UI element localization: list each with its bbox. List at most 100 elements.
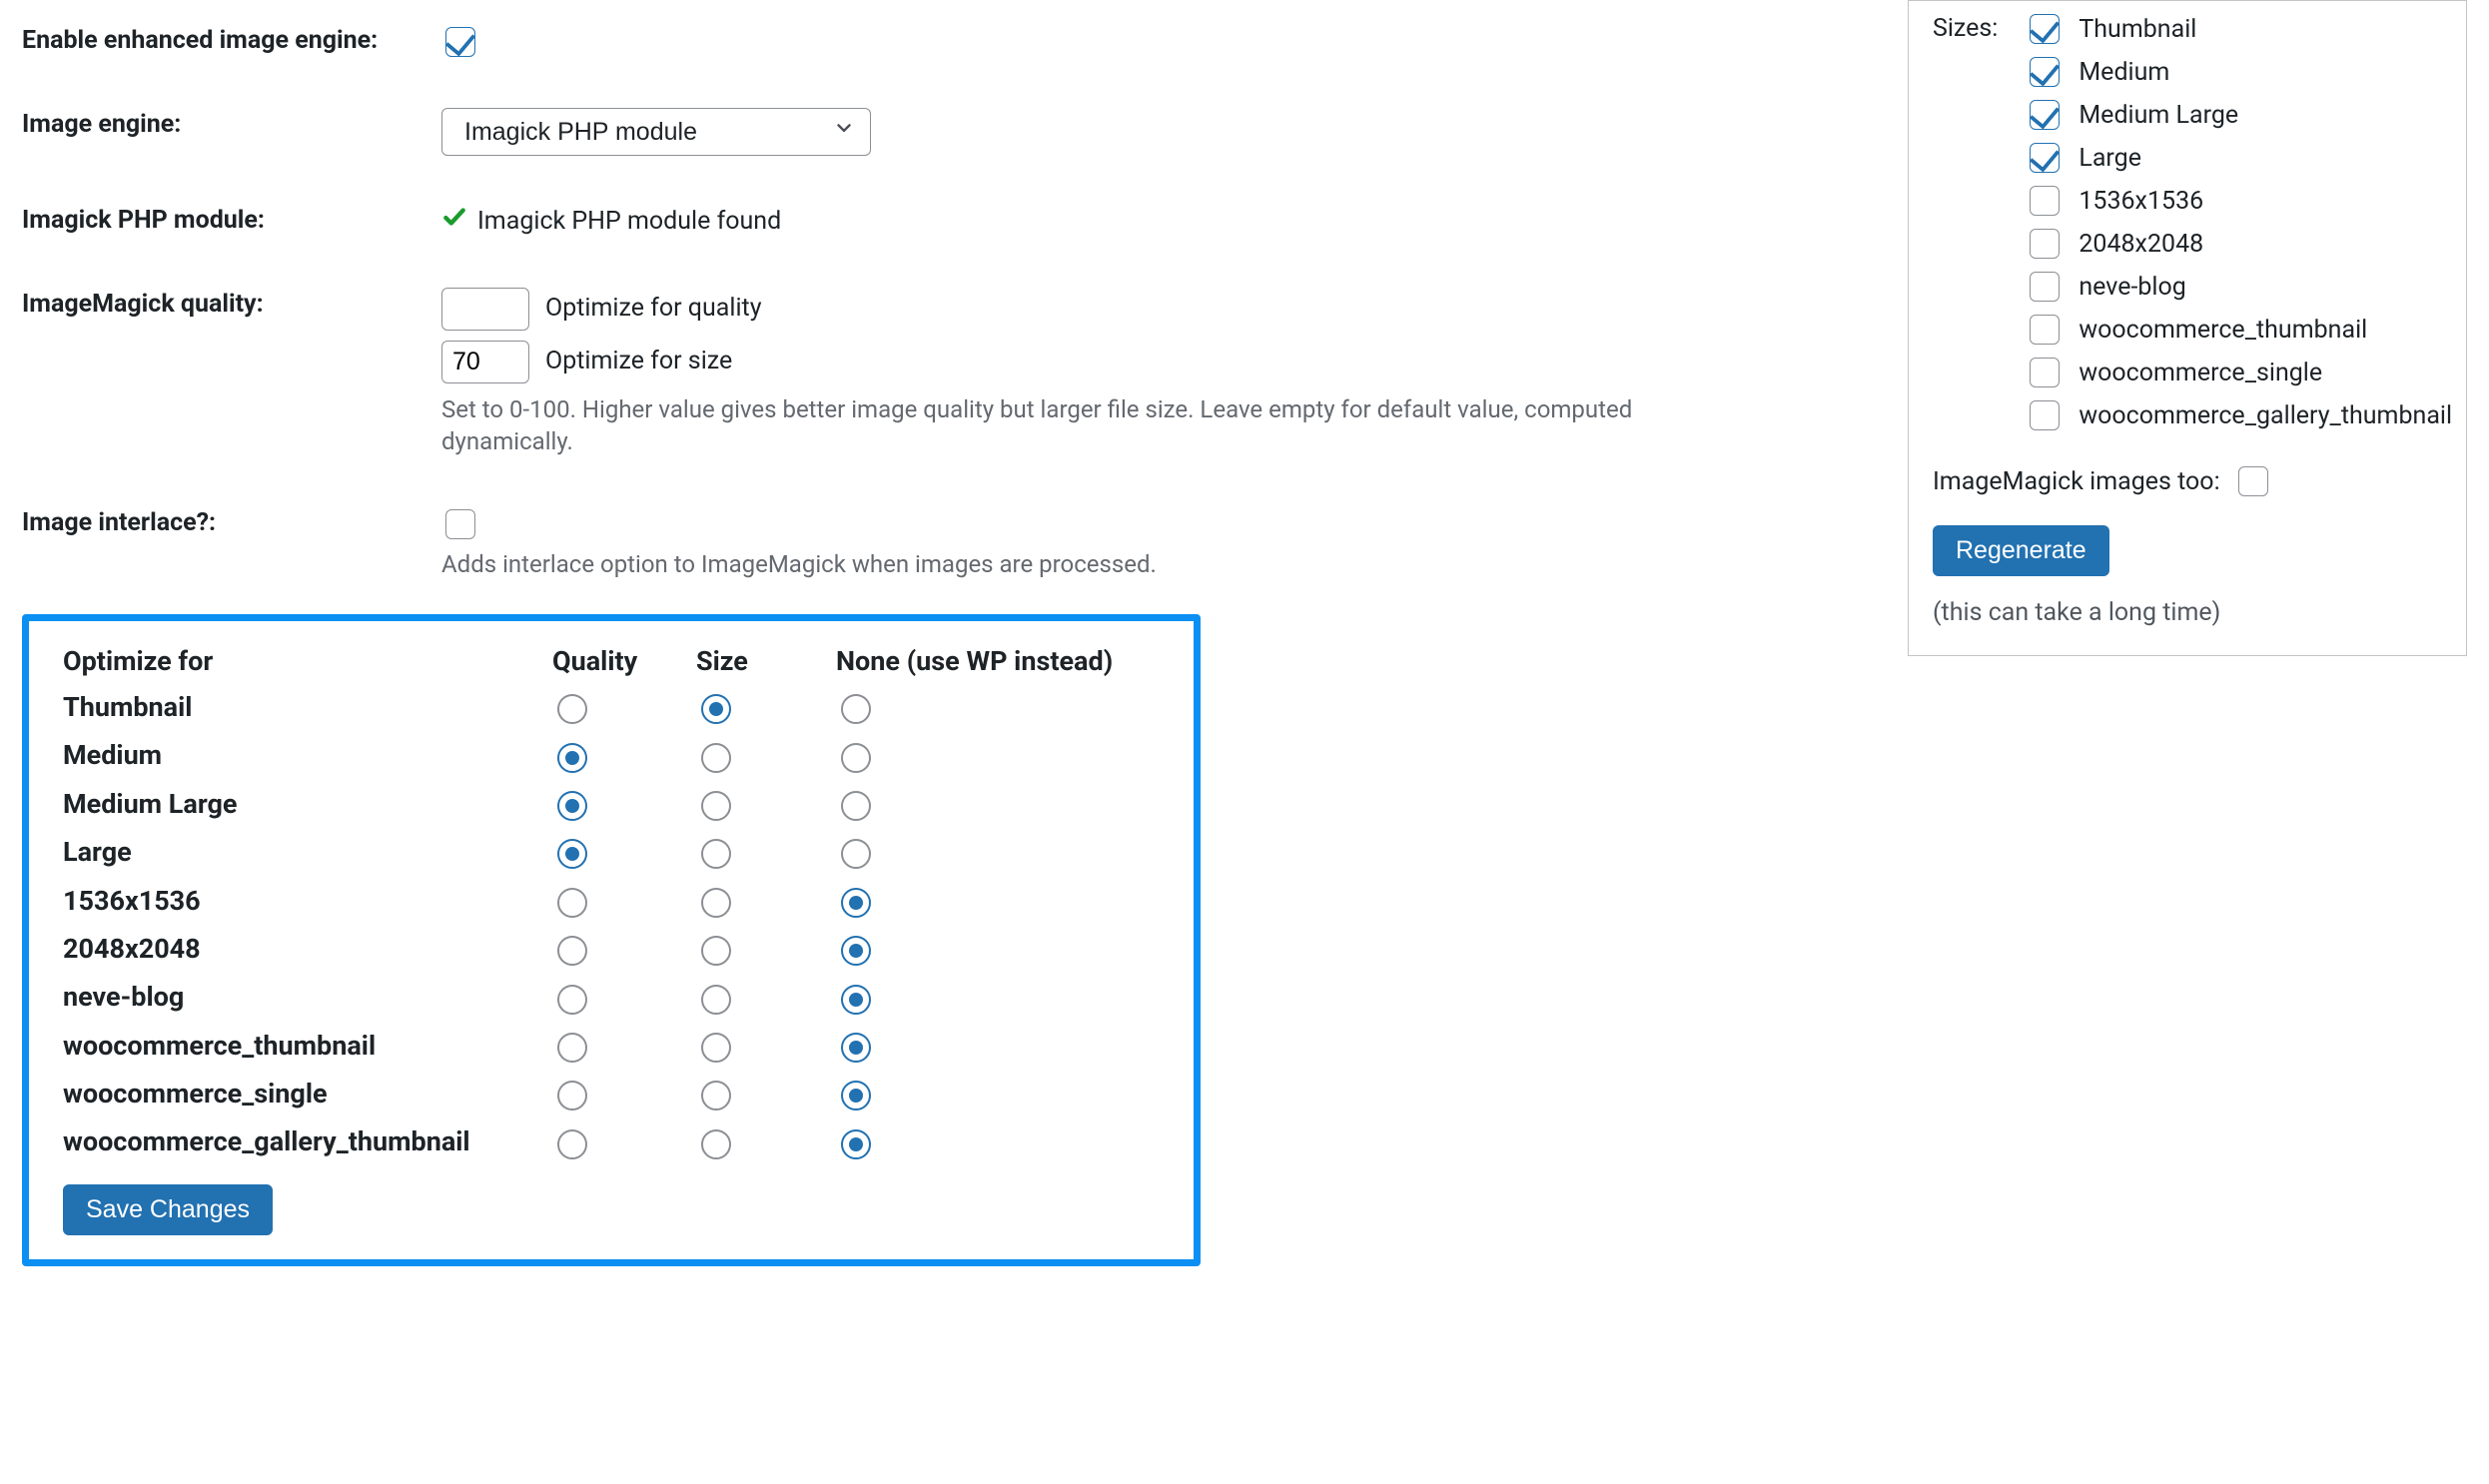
interlace-label: Image interlace?: bbox=[22, 482, 441, 604]
optimize-radio-size[interactable] bbox=[701, 936, 731, 966]
optimize-radio-size[interactable] bbox=[701, 888, 731, 918]
size-item-checkbox[interactable] bbox=[2030, 315, 2060, 345]
size-item-checkbox[interactable] bbox=[2030, 14, 2060, 44]
optimize-radio-none[interactable] bbox=[841, 1081, 871, 1111]
optimize-header-none: None (use WP instead) bbox=[836, 639, 1113, 683]
size-item-checkbox[interactable] bbox=[2030, 57, 2060, 87]
optimize-radio-quality[interactable] bbox=[557, 791, 587, 821]
optimize-row: woocommerce_gallery_thumbnail bbox=[63, 1117, 1113, 1165]
optimize-row: neve-blog bbox=[63, 973, 1113, 1021]
size-item-label: 1536x1536 bbox=[2078, 187, 2203, 216]
size-item: Large bbox=[2026, 140, 2452, 176]
optimize-radio-quality[interactable] bbox=[557, 888, 587, 918]
optimize-row: Medium bbox=[63, 731, 1113, 779]
size-item-checkbox[interactable] bbox=[2030, 186, 2060, 216]
size-item-label: neve-blog bbox=[2078, 273, 2185, 302]
optimize-radio-none[interactable] bbox=[841, 839, 871, 869]
size-item-label: Medium Large bbox=[2078, 101, 2238, 130]
size-item-label: woocommerce_single bbox=[2078, 359, 2322, 387]
regenerate-sidebar: Sizes: Thumbnail Medium Medium Large Large 1… bbox=[1908, 0, 2467, 656]
optimize-row-label: woocommerce_gallery_thumbnail bbox=[63, 1117, 552, 1165]
optimize-radio-none[interactable] bbox=[841, 694, 871, 724]
size-item: woocommerce_single bbox=[2026, 355, 2452, 390]
optimize-radio-quality[interactable] bbox=[557, 1129, 587, 1159]
size-item-checkbox[interactable] bbox=[2030, 143, 2060, 173]
quality-optimize-size-label: Optimize for size bbox=[545, 345, 732, 378]
optimize-radio-none[interactable] bbox=[841, 888, 871, 918]
size-item-checkbox[interactable] bbox=[2030, 400, 2060, 430]
optimize-row-label: woocommerce_single bbox=[63, 1070, 552, 1117]
size-item-checkbox[interactable] bbox=[2030, 100, 2060, 130]
optimize-row-label: 1536x1536 bbox=[63, 876, 552, 924]
interlace-checkbox[interactable] bbox=[445, 509, 475, 539]
quality-label: ImageMagick quality: bbox=[22, 264, 441, 482]
optimize-header-size: Size bbox=[696, 639, 836, 683]
optimize-radio-quality[interactable] bbox=[557, 694, 587, 724]
optimize-radio-size[interactable] bbox=[701, 1033, 731, 1063]
quality-optimize-quality-input[interactable] bbox=[441, 288, 529, 331]
optimize-row: 1536x1536 bbox=[63, 876, 1113, 924]
optimize-row: Large bbox=[63, 828, 1113, 876]
optimize-header-quality: Quality bbox=[552, 639, 696, 683]
optimize-radio-quality[interactable] bbox=[557, 936, 587, 966]
optimize-radio-size[interactable] bbox=[701, 1129, 731, 1159]
optimize-row-label: Medium Large bbox=[63, 780, 552, 828]
optimize-row: 2048x2048 bbox=[63, 925, 1113, 973]
optimize-radio-size[interactable] bbox=[701, 1081, 731, 1111]
optimize-radio-size[interactable] bbox=[701, 985, 731, 1015]
enable-engine-label: Enable enhanced image engine: bbox=[22, 0, 441, 84]
optimize-row: Medium Large bbox=[63, 780, 1113, 828]
optimize-radio-quality[interactable] bbox=[557, 743, 587, 773]
size-item-label: 2048x2048 bbox=[2078, 230, 2203, 259]
optimize-radio-none[interactable] bbox=[841, 1033, 871, 1063]
size-item-label: Large bbox=[2078, 144, 2141, 173]
optimize-radio-quality[interactable] bbox=[557, 985, 587, 1015]
size-item: Medium bbox=[2026, 54, 2452, 90]
imagemagick-too-label: ImageMagick images too: bbox=[1933, 467, 2220, 496]
optimize-row-label: Large bbox=[63, 828, 552, 876]
image-engine-select[interactable]: Imagick PHP module bbox=[441, 108, 871, 156]
size-item-label: Thumbnail bbox=[2078, 15, 2196, 44]
size-item-checkbox[interactable] bbox=[2030, 229, 2060, 259]
optimize-radio-size[interactable] bbox=[701, 743, 731, 773]
size-item: Medium Large bbox=[2026, 97, 2452, 133]
image-engine-label: Image engine: bbox=[22, 84, 441, 180]
optimize-for-panel: Optimize for Quality Size None (use WP i… bbox=[22, 614, 1201, 1266]
size-item-label: Medium bbox=[2078, 58, 2169, 87]
quality-help-text: Set to 0-100. Higher value gives better … bbox=[441, 393, 1680, 458]
module-status-text: Imagick PHP module found bbox=[477, 205, 781, 239]
optimize-radio-none[interactable] bbox=[841, 936, 871, 966]
optimize-radio-size[interactable] bbox=[701, 839, 731, 869]
optimize-radio-none[interactable] bbox=[841, 743, 871, 773]
quality-optimize-size-input[interactable] bbox=[441, 341, 529, 383]
optimize-radio-quality[interactable] bbox=[557, 1033, 587, 1063]
interlace-help-text: Adds interlace option to ImageMagick whe… bbox=[441, 548, 1680, 580]
optimize-row: woocommerce_single bbox=[63, 1070, 1113, 1117]
optimize-radio-size[interactable] bbox=[701, 694, 731, 724]
module-status-label: Imagick PHP module: bbox=[22, 180, 441, 264]
check-icon bbox=[441, 204, 467, 240]
optimize-radio-size[interactable] bbox=[701, 791, 731, 821]
optimize-row-label: 2048x2048 bbox=[63, 925, 552, 973]
quality-optimize-quality-label: Optimize for quality bbox=[545, 292, 762, 326]
size-item-checkbox[interactable] bbox=[2030, 358, 2060, 387]
enable-engine-checkbox[interactable] bbox=[445, 27, 475, 57]
size-item: neve-blog bbox=[2026, 269, 2452, 305]
optimize-radio-none[interactable] bbox=[841, 1129, 871, 1159]
optimize-radio-none[interactable] bbox=[841, 791, 871, 821]
optimize-row: Thumbnail bbox=[63, 683, 1113, 731]
size-item: 1536x1536 bbox=[2026, 183, 2452, 219]
sizes-label: Sizes: bbox=[1933, 11, 1998, 43]
size-item: woocommerce_thumbnail bbox=[2026, 312, 2452, 348]
size-item: 2048x2048 bbox=[2026, 226, 2452, 262]
regenerate-button[interactable]: Regenerate bbox=[1933, 525, 2109, 576]
optimize-row-label: Medium bbox=[63, 731, 552, 779]
optimize-radio-quality[interactable] bbox=[557, 839, 587, 869]
optimize-radio-quality[interactable] bbox=[557, 1081, 587, 1111]
optimize-radio-none[interactable] bbox=[841, 985, 871, 1015]
optimize-row-label: Thumbnail bbox=[63, 683, 552, 731]
imagemagick-too-checkbox[interactable] bbox=[2238, 466, 2268, 496]
size-item-checkbox[interactable] bbox=[2030, 272, 2060, 302]
save-changes-button[interactable]: Save Changes bbox=[63, 1184, 273, 1235]
size-item: woocommerce_gallery_thumbnail bbox=[2026, 397, 2452, 433]
